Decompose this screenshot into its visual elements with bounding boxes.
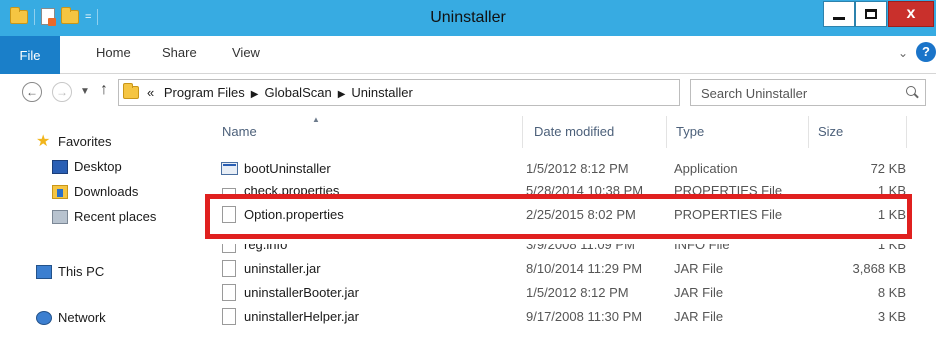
table-row[interactable]: reg.info 3/9/2008 11:09 PM INFO File 1 K…	[220, 244, 910, 253]
folder-icon	[123, 83, 139, 99]
sidebar-item-this-pc[interactable]: This PC	[36, 264, 104, 279]
highlight-box	[205, 194, 912, 239]
breadcrumb: « Program Files ▶ GlobalScan ▶ Uninstaller	[147, 85, 413, 100]
navigation-bar: ← → ▼ ↑ « Program Files ▶ GlobalScan ▶ Unins…	[0, 74, 936, 114]
sidebar-item-label: This PC	[58, 264, 105, 279]
breadcrumb-item-globalscan[interactable]: GlobalScan	[264, 85, 331, 100]
search-input[interactable]: Search Uninstaller	[690, 79, 926, 106]
column-header-size[interactable]: Size	[818, 124, 843, 139]
table-row[interactable]: uninstallerBooter.jar 1/5/2012 8:12 PM J…	[220, 282, 910, 304]
file-date-modified: 9/17/2008 11:30 PM	[526, 309, 643, 324]
file-date-modified: 1/5/2012 8:12 PM	[526, 285, 629, 300]
sidebar-item-label: Network	[58, 310, 106, 325]
search-placeholder: Search Uninstaller	[701, 86, 808, 101]
expand-ribbon-icon[interactable]: ⌄	[898, 46, 908, 60]
ribbon: File Home Share View ⌄ ?	[0, 36, 936, 74]
file-type: Application	[674, 161, 738, 176]
close-icon: x	[906, 5, 916, 22]
column-header-type[interactable]: Type	[676, 124, 704, 139]
maximize-icon	[865, 9, 877, 19]
file-size: 1 KB	[877, 244, 906, 252]
file-type: INFO File	[674, 244, 730, 252]
downloads-icon	[52, 184, 68, 199]
column-header-name[interactable]: Name	[222, 124, 257, 139]
tab-view[interactable]: View	[232, 45, 260, 60]
file-name: uninstallerBooter.jar	[244, 285, 359, 300]
chevron-right-icon[interactable]: ▶	[338, 89, 346, 100]
breadcrumb-overflow[interactable]: «	[147, 85, 154, 100]
sidebar-item-label: Downloads	[74, 184, 139, 199]
sidebar-item-label: Desktop	[74, 159, 122, 174]
sidebar-item-favorites[interactable]: ★ Favorites	[36, 132, 112, 150]
recent-places-icon	[52, 209, 68, 224]
table-row[interactable]: uninstallerHelper.jar 9/17/2008 11:30 PM…	[220, 306, 910, 328]
file-size: 3,868 KB	[852, 261, 907, 276]
tab-share[interactable]: Share	[162, 45, 197, 60]
breadcrumb-item-uninstaller[interactable]: Uninstaller	[351, 85, 412, 100]
sidebar-item-recent-places[interactable]: Recent places	[52, 209, 156, 224]
chevron-right-icon[interactable]: ▶	[251, 89, 259, 100]
column-divider[interactable]	[906, 116, 907, 148]
minimize-button[interactable]	[823, 1, 855, 27]
file-date-modified: 8/10/2014 11:29 PM	[526, 261, 643, 276]
sidebar-item-downloads[interactable]: Downloads	[52, 184, 138, 199]
table-row[interactable]: uninstaller.jar 8/10/2014 11:29 PM JAR F…	[220, 258, 910, 280]
back-button[interactable]: ←	[22, 82, 42, 102]
file-type: JAR File	[674, 309, 724, 324]
file-type: JAR File	[674, 261, 724, 276]
file-name: reg.info	[244, 244, 288, 252]
star-icon: ★	[36, 132, 51, 150]
navigation-pane: ★ Favorites Desktop Downloads Recent pla…	[0, 114, 200, 356]
file-type: JAR File	[674, 285, 724, 300]
file-size: 8 KB	[877, 285, 906, 300]
tab-file[interactable]: File	[0, 36, 60, 74]
file-size: 72 KB	[870, 161, 906, 176]
window-title: Uninstaller	[430, 9, 506, 26]
file-size: 3 KB	[877, 309, 906, 324]
file-icon	[222, 284, 236, 301]
column-divider[interactable]	[808, 116, 809, 148]
file-name: uninstallerHelper.jar	[244, 309, 359, 324]
file-name: bootUninstaller	[244, 161, 331, 176]
column-header-date-modified[interactable]: Date modified	[534, 124, 614, 139]
help-icon[interactable]: ?	[916, 42, 936, 62]
sort-ascending-icon: ▲	[312, 115, 320, 124]
table-row[interactable]: bootUninstaller 1/5/2012 8:12 PM Applica…	[220, 158, 910, 180]
up-button[interactable]: ↑	[100, 81, 108, 99]
sidebar-item-network[interactable]: Network	[36, 310, 106, 325]
file-icon	[222, 308, 236, 325]
file-date-modified: 1/5/2012 8:12 PM	[526, 161, 629, 176]
forward-button[interactable]: →	[52, 82, 72, 102]
title-bar: = Uninstaller x	[0, 0, 936, 36]
column-divider[interactable]	[666, 116, 667, 148]
sidebar-item-desktop[interactable]: Desktop	[52, 159, 122, 174]
this-pc-icon	[36, 264, 52, 279]
desktop-icon	[52, 159, 68, 174]
file-name: uninstaller.jar	[244, 261, 321, 276]
sidebar-item-label: Recent places	[74, 209, 157, 224]
breadcrumb-item-program-files[interactable]: Program Files	[164, 85, 245, 100]
recent-locations-button[interactable]: ▼	[80, 86, 90, 97]
column-divider[interactable]	[522, 116, 523, 148]
close-button[interactable]: x	[888, 1, 934, 27]
minimize-icon	[833, 16, 845, 20]
file-icon	[222, 244, 236, 253]
file-icon	[222, 260, 236, 277]
sidebar-item-label: Favorites	[58, 134, 112, 149]
search-icon[interactable]	[906, 86, 919, 99]
address-bar[interactable]: « Program Files▶GlobalScan▶Uninstaller ⌄…	[118, 79, 787, 106]
file-date-modified: 3/9/2008 11:09 PM	[526, 244, 635, 252]
application-icon	[221, 162, 238, 175]
tab-home[interactable]: Home	[96, 45, 131, 60]
maximize-button[interactable]	[855, 1, 887, 27]
network-icon	[36, 310, 52, 325]
